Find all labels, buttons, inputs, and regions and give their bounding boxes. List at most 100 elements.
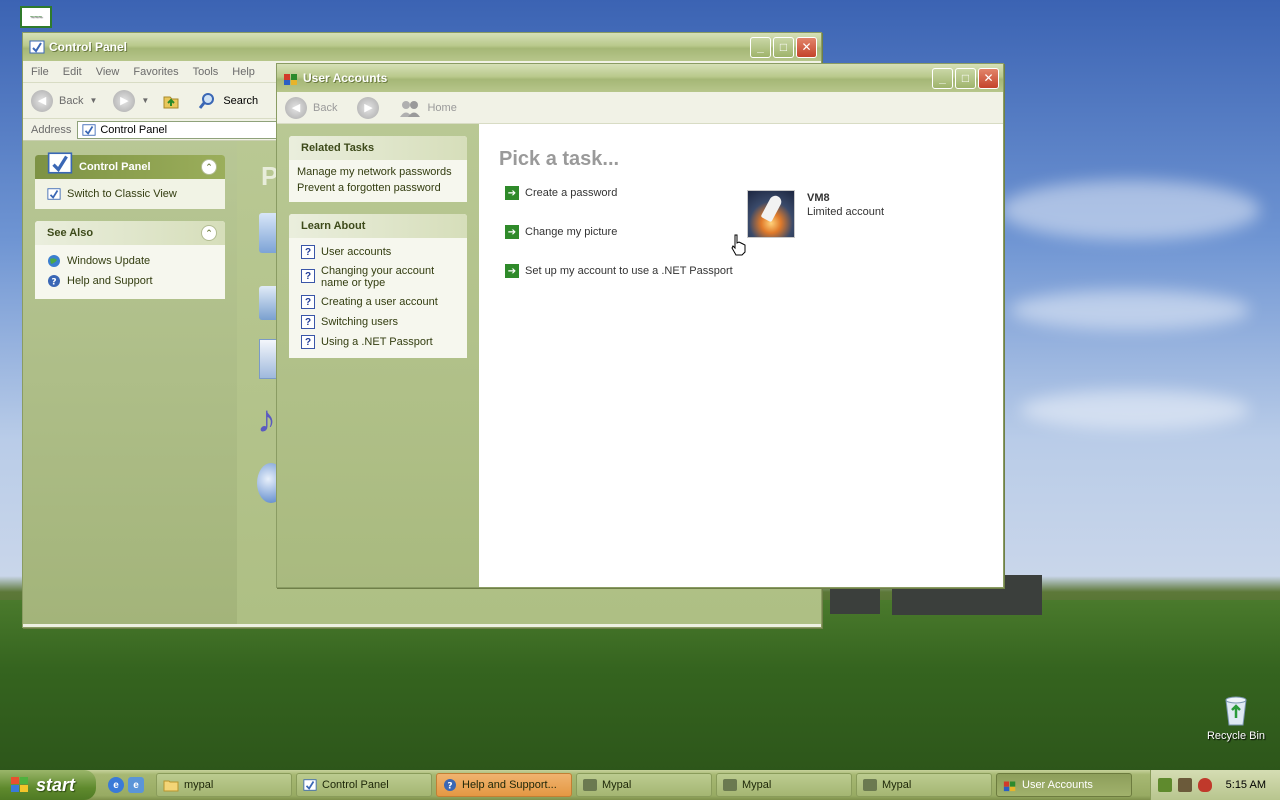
collapse-icon[interactable]: ⌃ xyxy=(201,159,217,175)
search-button-label[interactable]: Search xyxy=(223,95,258,107)
back-button-label[interactable]: Back xyxy=(59,95,83,107)
music-note-icon[interactable]: ♪ xyxy=(257,399,276,442)
windows-flag-icon xyxy=(11,777,28,792)
help-icon: ? xyxy=(301,245,315,259)
taskbar-button-control-panel[interactable]: Control Panel xyxy=(296,773,432,797)
menu-file[interactable]: File xyxy=(31,66,49,78)
prevent-forgotten-password-label: Prevent a forgotten password xyxy=(297,182,441,194)
taskbar-button-label: Mypal xyxy=(602,779,632,791)
taskbar-button-mypal-3[interactable]: Mypal xyxy=(856,773,992,797)
learn-net-passport-link[interactable]: ? Using a .NET Passport xyxy=(289,332,467,352)
start-button[interactable]: start xyxy=(0,770,96,800)
back-arrow-icon[interactable]: ◀ xyxy=(31,89,53,112)
see-also-header[interactable]: See Also ⌃ xyxy=(35,221,225,245)
user-accounts-titlebar[interactable]: User Accounts _ □ ✕ xyxy=(277,64,1003,92)
help-icon: ? xyxy=(301,295,315,309)
taskbar-button-help-and-support[interactable]: ? Help and Support... xyxy=(436,773,572,797)
control-panel-titlebar[interactable]: Control Panel _ □ ✕ xyxy=(23,33,821,61)
learn-creating-account-link[interactable]: ? Creating a user account xyxy=(289,292,467,312)
related-tasks-box: Related Tasks Manage my network password… xyxy=(289,136,467,202)
minimize-button[interactable]: _ xyxy=(750,36,771,58)
see-also-title: See Also xyxy=(47,227,94,239)
taskbar-button-mypal-folder[interactable]: mypal xyxy=(156,773,292,797)
search-icon[interactable] xyxy=(197,91,217,111)
help-and-support-link[interactable]: ? Help and Support xyxy=(35,271,225,291)
menu-edit[interactable]: Edit xyxy=(63,66,82,78)
control-panel-icon xyxy=(47,188,61,200)
control-panel-box-title: Control Panel xyxy=(79,161,151,173)
control-panel-box-header[interactable]: Control Panel ⌃ xyxy=(35,152,225,179)
home-button-label[interactable]: Home xyxy=(427,102,456,114)
account-tile[interactable]: VM8 Limited account xyxy=(747,190,884,238)
desktop-icon-mypal[interactable]: ~~~ xyxy=(20,6,52,28)
chevron-down-icon[interactable]: ▼ xyxy=(89,96,97,105)
close-button[interactable]: ✕ xyxy=(978,67,999,89)
help-and-support-label: Help and Support xyxy=(67,275,153,287)
learn-switching-users-link[interactable]: ? Switching users xyxy=(289,312,467,332)
mypal-app-icon: ~~~ xyxy=(20,6,52,28)
learn-changing-account-link[interactable]: ? Changing your account name or type xyxy=(289,262,467,292)
help-icon: ? xyxy=(48,275,60,288)
switch-to-classic-view-label: Switch to Classic View xyxy=(67,188,177,200)
menu-tools[interactable]: Tools xyxy=(193,66,219,78)
user-accounts-main: Pick a task... ➔ Create a password ➔ Cha… xyxy=(479,124,1003,587)
maximize-button[interactable]: □ xyxy=(773,36,794,58)
app-tray-icon[interactable] xyxy=(1177,778,1192,792)
forward-arrow-icon[interactable]: ▶ xyxy=(113,89,136,112)
chevron-down-icon[interactable]: ▼ xyxy=(141,96,149,105)
address-label: Address xyxy=(31,123,72,136)
manage-network-passwords-label: Manage my network passwords xyxy=(297,166,452,178)
up-folder-icon[interactable] xyxy=(161,91,181,111)
control-panel-icon xyxy=(47,152,73,174)
net-passport-label: Set up my account to use a .NET Passport xyxy=(525,265,733,277)
menu-favorites[interactable]: Favorites xyxy=(133,66,178,78)
manage-network-passwords-link[interactable]: Manage my network passwords xyxy=(289,164,467,180)
home-users-icon[interactable] xyxy=(399,98,421,118)
learn-item-label: Using a .NET Passport xyxy=(321,336,433,348)
taskbar-button-label: Mypal xyxy=(742,779,772,791)
security-shield-icon[interactable] xyxy=(1197,778,1212,792)
pick-a-task-heading: Pick a task... xyxy=(499,148,620,170)
help-icon: ? xyxy=(301,315,315,329)
taskbar-button-mypal-2[interactable]: Mypal xyxy=(716,773,852,797)
windows-update-link[interactable]: Windows Update xyxy=(35,251,225,271)
change-picture-task[interactable]: ➔ Change my picture xyxy=(505,225,617,239)
user-accounts-task-pane: Related Tasks Manage my network password… xyxy=(277,124,479,587)
browser-icon[interactable]: e xyxy=(128,777,144,793)
back-button-label[interactable]: Back xyxy=(313,102,337,114)
desktop-icon-recycle-bin[interactable]: Recycle Bin xyxy=(1204,694,1268,742)
mypal-icon xyxy=(863,779,877,791)
prevent-forgotten-password-link[interactable]: Prevent a forgotten password xyxy=(289,180,467,196)
menu-help[interactable]: Help xyxy=(232,66,255,78)
recycle-bin-icon xyxy=(1225,696,1247,726)
recycle-bin-label: Recycle Bin xyxy=(1206,730,1266,742)
globe-icon xyxy=(48,255,60,267)
address-value: Control Panel xyxy=(100,123,168,136)
user-accounts-window: User Accounts _ □ ✕ ◀ Back ▶ Home Relate… xyxy=(276,63,1004,588)
network-tray-icon[interactable] xyxy=(1157,778,1172,792)
taskbar-button-mypal-1[interactable]: Mypal xyxy=(576,773,712,797)
window-title: Control Panel xyxy=(49,40,128,54)
net-passport-task[interactable]: ➔ Set up my account to use a .NET Passpo… xyxy=(505,264,733,278)
switch-to-classic-view-link[interactable]: Switch to Classic View xyxy=(35,179,225,209)
create-password-task[interactable]: ➔ Create a password xyxy=(505,186,617,200)
control-panel-task-pane: Control Panel ⌃ Switch to Classic View S… xyxy=(23,141,237,624)
quick-launch: e e xyxy=(108,777,144,793)
collapse-icon[interactable]: ⌃ xyxy=(201,225,217,241)
minimize-button[interactable]: _ xyxy=(932,67,953,89)
user-accounts-toolbar: ◀ Back ▶ Home xyxy=(277,92,1003,124)
taskbar-button-user-accounts[interactable]: User Accounts xyxy=(996,773,1132,797)
learn-about-header: Learn About xyxy=(289,214,467,238)
close-button[interactable]: ✕ xyxy=(796,36,817,58)
forward-arrow-icon[interactable]: ▶ xyxy=(357,96,380,119)
menu-view[interactable]: View xyxy=(96,66,120,78)
ie-icon[interactable]: e xyxy=(108,777,124,793)
mypal-icon xyxy=(583,779,597,791)
maximize-button[interactable]: □ xyxy=(955,67,976,89)
window-title: User Accounts xyxy=(303,71,388,85)
learn-user-accounts-link[interactable]: ? User accounts xyxy=(289,242,467,262)
back-arrow-icon[interactable]: ◀ xyxy=(285,96,307,119)
clock[interactable]: 5:15 AM xyxy=(1226,779,1266,791)
help-icon: ? xyxy=(301,335,315,349)
account-name: VM8 xyxy=(807,192,830,204)
